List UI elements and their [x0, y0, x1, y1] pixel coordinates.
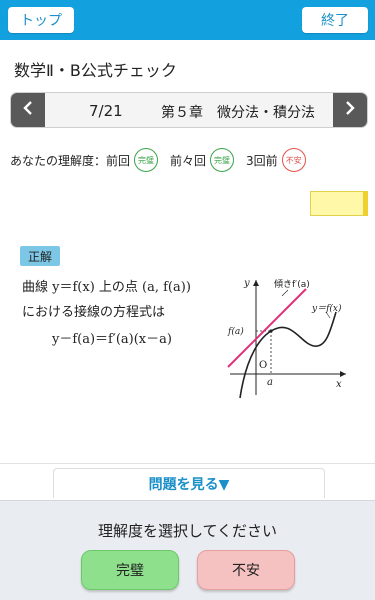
tick-a-label: a — [267, 377, 273, 388]
chevron-left-icon — [22, 100, 34, 121]
answer-line-1: 曲線 y＝f(x) 上の点 (a, f(a)) — [22, 280, 191, 295]
curve-path — [239, 311, 337, 399]
curve-label: y＝f(x) — [311, 303, 342, 314]
rate-ng-button[interactable]: 不安 — [197, 550, 295, 590]
rating-prompt: 理解度を選択してください — [97, 522, 278, 540]
stamp-prev2: 完璧 — [210, 148, 235, 172]
history-label: あなたの理解度： — [10, 153, 107, 168]
top-button[interactable]: トップ — [8, 7, 74, 33]
divider — [0, 463, 375, 464]
page-counter: 7/21 — [89, 102, 123, 120]
slope-leader — [281, 289, 289, 297]
stamp-prev: 完璧 — [134, 148, 159, 172]
chevron-right-icon — [344, 100, 356, 121]
answer-tag: 正解 — [20, 246, 60, 266]
memo-box[interactable] — [310, 191, 368, 216]
answer-line-3: y－f(a)＝f′(a)(x－a) — [52, 332, 172, 347]
history-prev-label: 前回 — [106, 153, 131, 168]
next-button[interactable] — [333, 93, 367, 127]
rating-panel — [0, 500, 375, 600]
origin-label: O — [259, 360, 267, 371]
answer-line-2: における接線の方程式は — [22, 305, 166, 320]
understanding-history: あなたの理解度： 前回 完璧 前々回 完璧 3回前 不安 — [10, 148, 318, 172]
rate-ok-button[interactable]: 完璧 — [81, 550, 179, 590]
end-button[interactable]: 終了 — [302, 7, 368, 33]
show-question-button[interactable]: 問題を見る▼ — [53, 468, 325, 498]
header-bar: トップ 終了 — [0, 0, 375, 40]
tangent-point — [269, 329, 273, 333]
x-axis-label: x — [336, 379, 342, 390]
chapter-nav: 7/21 第５章 微分法・積分法 — [10, 92, 368, 128]
history-prev2-label: 前々回 — [170, 153, 207, 168]
tangent-graph: y x O a f(a) 傾きf′(a) y＝f(x) — [227, 278, 346, 399]
book-title: 数学Ⅱ・B公式チェック — [14, 61, 177, 80]
chapter-title: 第５章 微分法・積分法 — [161, 105, 315, 121]
stamp-prev3: 不安 — [281, 148, 306, 172]
slope-label: 傾きf′(a) — [274, 278, 310, 290]
y-axis-label: y — [243, 278, 250, 289]
prev-button[interactable] — [11, 93, 45, 127]
tick-fa-label: f(a) — [227, 326, 244, 337]
history-prev3-label: 3回前 — [246, 153, 278, 168]
